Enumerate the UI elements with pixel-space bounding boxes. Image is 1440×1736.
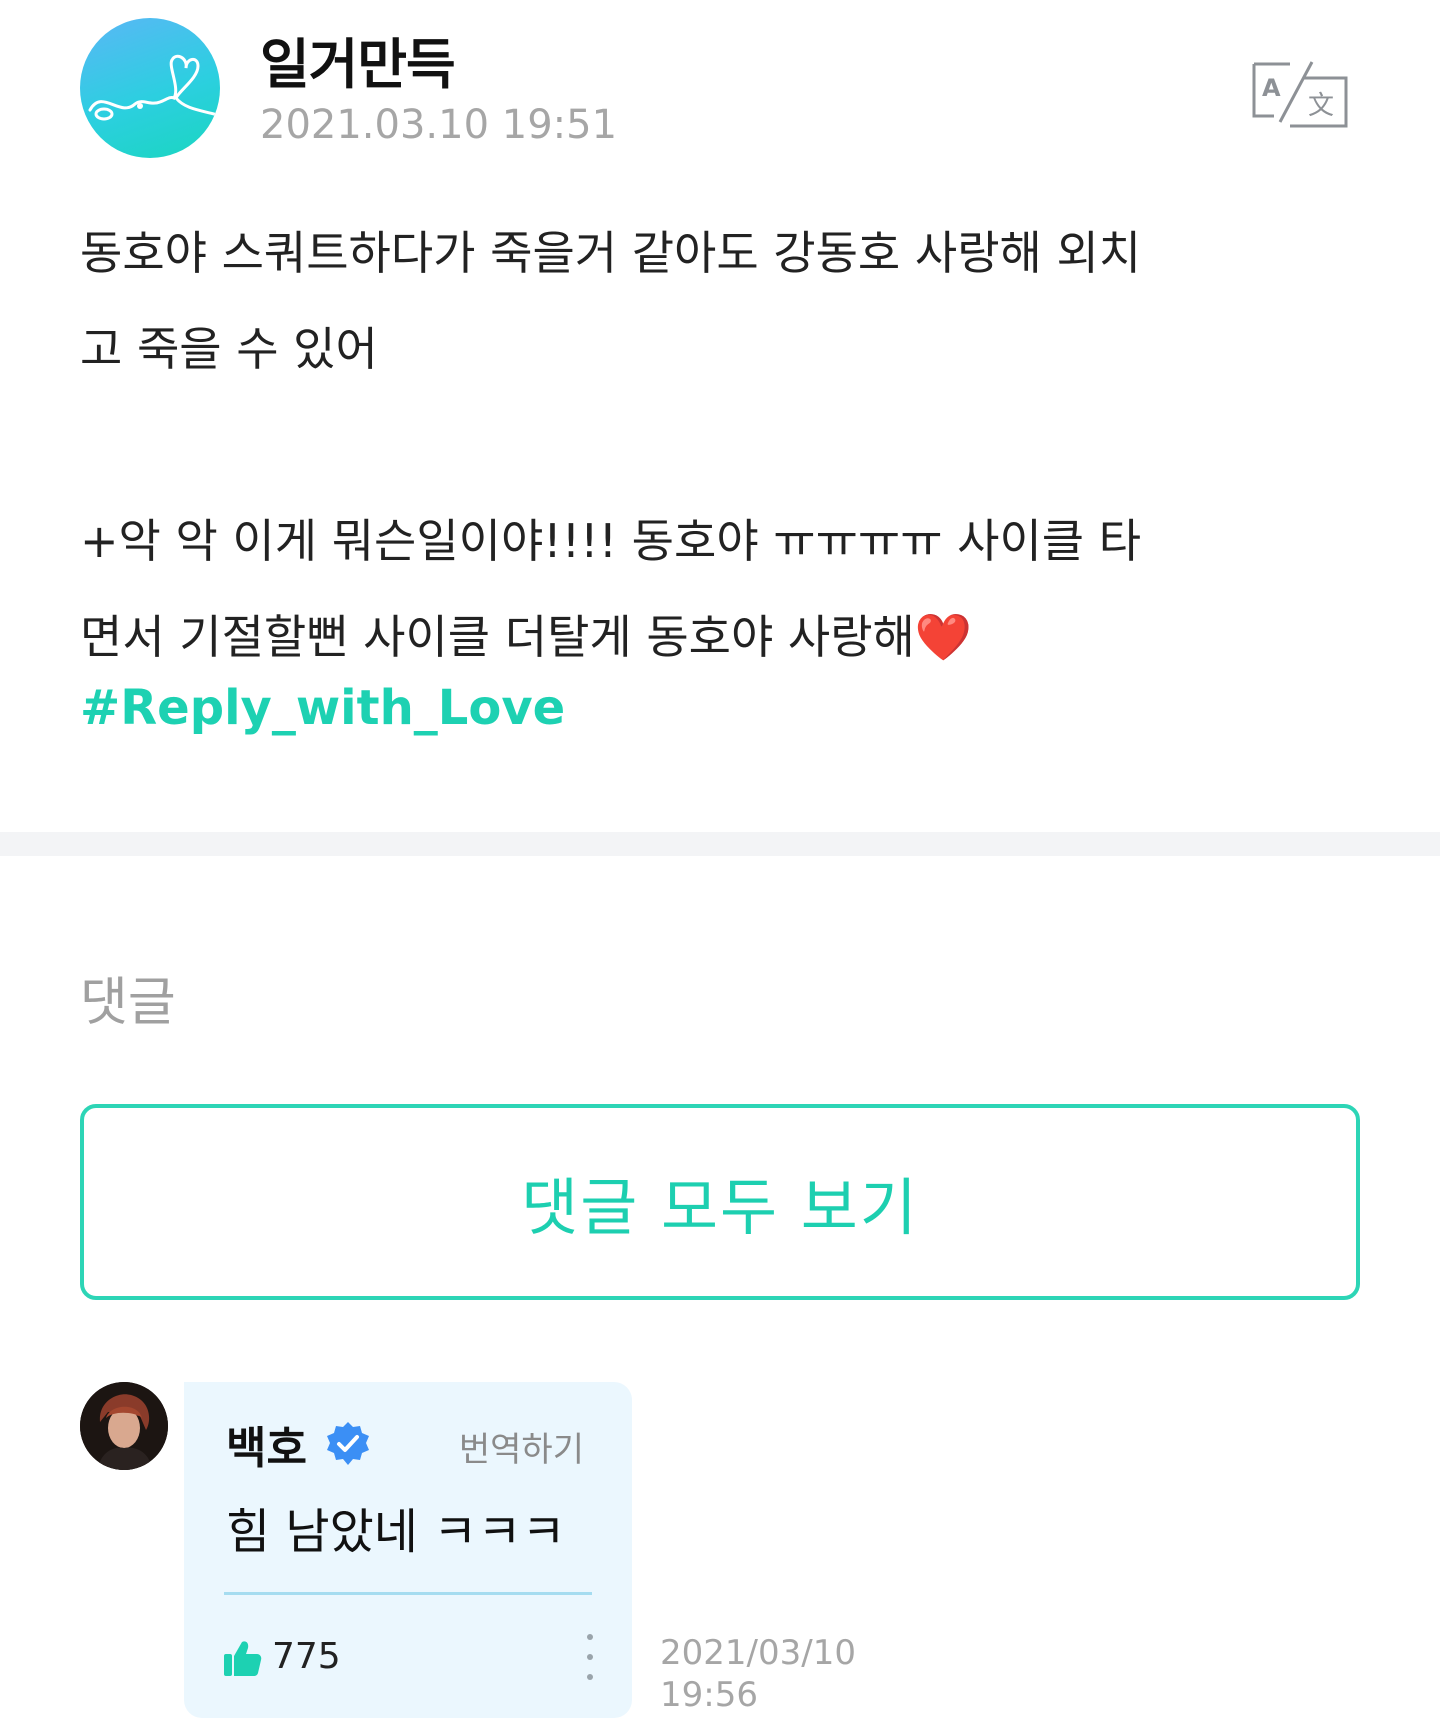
comment-date-time: 19:56: [660, 1675, 758, 1715]
author-name[interactable]: 일거만득: [260, 20, 456, 99]
dot: [587, 1674, 593, 1680]
author-avatar[interactable]: [80, 18, 220, 158]
post-body-line: 동호야 스쿼트하다가 죽을거 같아도 강동호 사랑해 외치: [80, 226, 1142, 280]
heart-ribbon-avatar-icon: [88, 54, 216, 121]
svg-text:A: A: [1262, 74, 1281, 102]
post-body-line: +악 악 이게 뭐슨일이야!!!! 동호야 ㅠㅠㅠㅠ 사이클 타: [80, 514, 1142, 568]
verified-badge-icon: [327, 1422, 369, 1465]
post-body-line: 면서 기절할뻔 사이클 더탈게 동호야 사랑해❤️: [80, 610, 973, 664]
section-divider: [0, 832, 1440, 856]
more-options-icon[interactable]: [584, 1634, 596, 1680]
translate-icon[interactable]: A 文: [1250, 58, 1350, 128]
post-header: 일거만득 2021.03.10 19:51 A 文: [80, 18, 1360, 158]
post-body-line: 고 죽을 수 있어: [80, 322, 378, 376]
svg-text:文: 文: [1308, 91, 1334, 121]
comment-date: 2021/03/10 19:56: [660, 1632, 856, 1716]
comments-heading: 댓글: [80, 973, 176, 1033]
post-body: 동호야 스쿼트하다가 죽을거 같아도 강동호 사랑해 외치 고 죽을 수 있어 …: [80, 205, 1370, 685]
comment-text: 힘 남았네 ㅋㅋㅋ: [226, 1504, 566, 1560]
commenter-name[interactable]: 백호: [226, 1412, 307, 1476]
hashtag-link[interactable]: #Reply_with_Love: [80, 680, 565, 736]
commenter-photo-icon: [80, 1382, 168, 1470]
commenter-avatar[interactable]: [80, 1382, 168, 1470]
dot: [587, 1634, 593, 1640]
like-count: 775: [272, 1636, 341, 1677]
comment-date-day: 2021/03/10: [660, 1633, 856, 1673]
comment-translate-link[interactable]: 번역하기: [459, 1422, 584, 1471]
view-all-comments-button[interactable]: 댓글 모두 보기: [80, 1104, 1360, 1300]
comment-separator: [224, 1592, 592, 1595]
post-date: 2021.03.10 19:51: [260, 102, 618, 148]
thumbs-up-icon[interactable]: [222, 1638, 262, 1678]
dot: [587, 1654, 593, 1660]
comment-bubble: 백호 번역하기 힘 남았네 ㅋㅋㅋ 775: [184, 1382, 632, 1718]
